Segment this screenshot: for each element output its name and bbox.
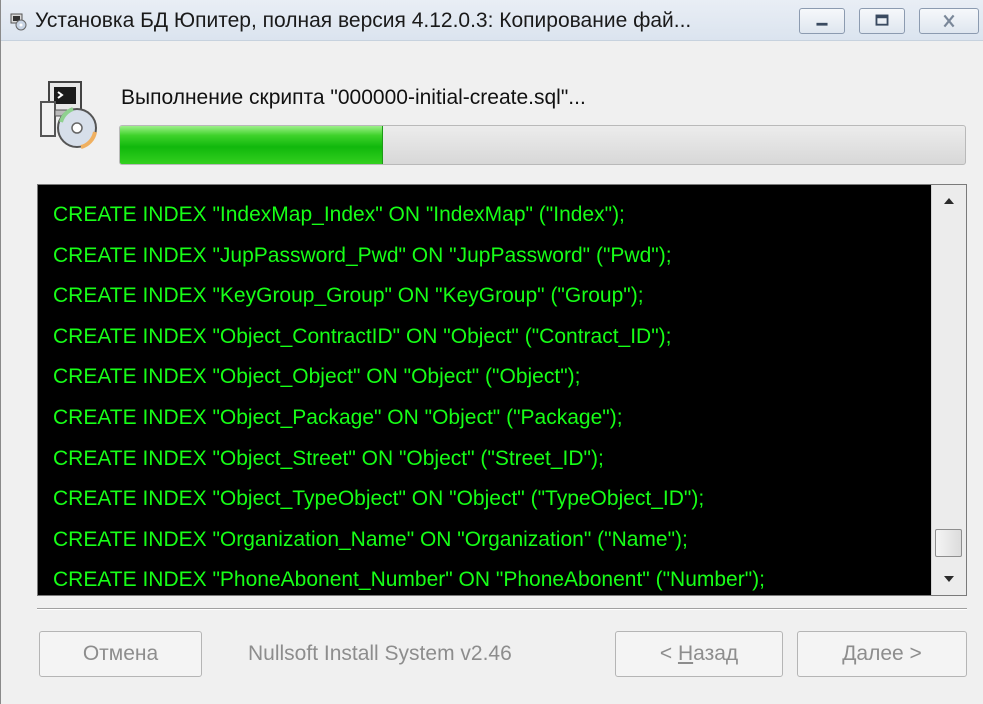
- scroll-down-button[interactable]: [932, 565, 966, 595]
- back-label: азад: [693, 642, 739, 665]
- scroll-thumb[interactable]: [935, 529, 962, 557]
- log-line: CREATE INDEX "Organization_Name" ON "Org…: [53, 527, 688, 551]
- installer-icon: [9, 11, 29, 31]
- title-bar[interactable]: Установка БД Юпитер, полная версия 4.12.…: [1, 0, 983, 41]
- maximize-button[interactable]: [859, 8, 905, 34]
- back-prefix: <: [659, 642, 678, 665]
- next-accelerator: Д: [842, 642, 857, 665]
- log-line: CREATE INDEX "Object_ContractID" ON "Obj…: [53, 324, 672, 348]
- close-button[interactable]: [919, 8, 979, 34]
- installer-disk-icon: [37, 80, 103, 150]
- chevron-up-icon: [944, 198, 954, 204]
- log-scrollbar[interactable]: [931, 185, 966, 595]
- log-line: CREATE INDEX "Object_Object" ON "Object"…: [53, 365, 581, 389]
- log-line: CREATE INDEX "Object_Street" ON "Object"…: [53, 446, 604, 470]
- maximize-icon: [875, 14, 889, 26]
- brand-text: Nullsoft Install System v2.46: [248, 642, 512, 665]
- log-panel[interactable]: CREATE INDEX "IndexMap_Index" ON "IndexM…: [37, 184, 967, 596]
- close-icon: [943, 14, 955, 28]
- chevron-down-icon: [944, 576, 954, 582]
- log-line: CREATE INDEX "Object_TypeObject" ON "Obj…: [53, 487, 705, 511]
- status-text: Выполнение скрипта "000000-initial-creat…: [121, 86, 586, 109]
- log-line: CREATE INDEX "Object_Package" ON "Object…: [53, 405, 623, 429]
- window-title: Установка БД Юпитер, полная версия 4.12.…: [35, 9, 692, 32]
- back-button[interactable]: < Назад: [615, 631, 783, 677]
- minimize-button[interactable]: [799, 8, 845, 34]
- back-accelerator: Н: [677, 642, 694, 665]
- cancel-button[interactable]: Отмена: [39, 631, 202, 677]
- progress-fill: [120, 126, 383, 164]
- log-line: CREATE INDEX "KeyGroup_Group" ON "KeyGro…: [53, 284, 644, 308]
- minimize-icon: [816, 22, 828, 26]
- scroll-up-button[interactable]: [932, 185, 966, 215]
- next-button[interactable]: Далее >: [797, 631, 967, 677]
- progress-bar: [119, 125, 966, 165]
- installer-window: Установка БД Юпитер, полная версия 4.12.…: [0, 0, 983, 704]
- next-label: алее >: [856, 642, 922, 665]
- log-line: CREATE INDEX "IndexMap_Index" ON "IndexM…: [53, 203, 625, 226]
- log-line: CREATE INDEX "PhoneAbonent_Number" ON "P…: [53, 568, 766, 592]
- log-line: CREATE INDEX "JupPassword_Pwd" ON "JupPa…: [53, 243, 672, 267]
- divider: [37, 608, 967, 610]
- log-lines: CREATE INDEX "IndexMap_Index" ON "IndexM…: [53, 195, 923, 601]
